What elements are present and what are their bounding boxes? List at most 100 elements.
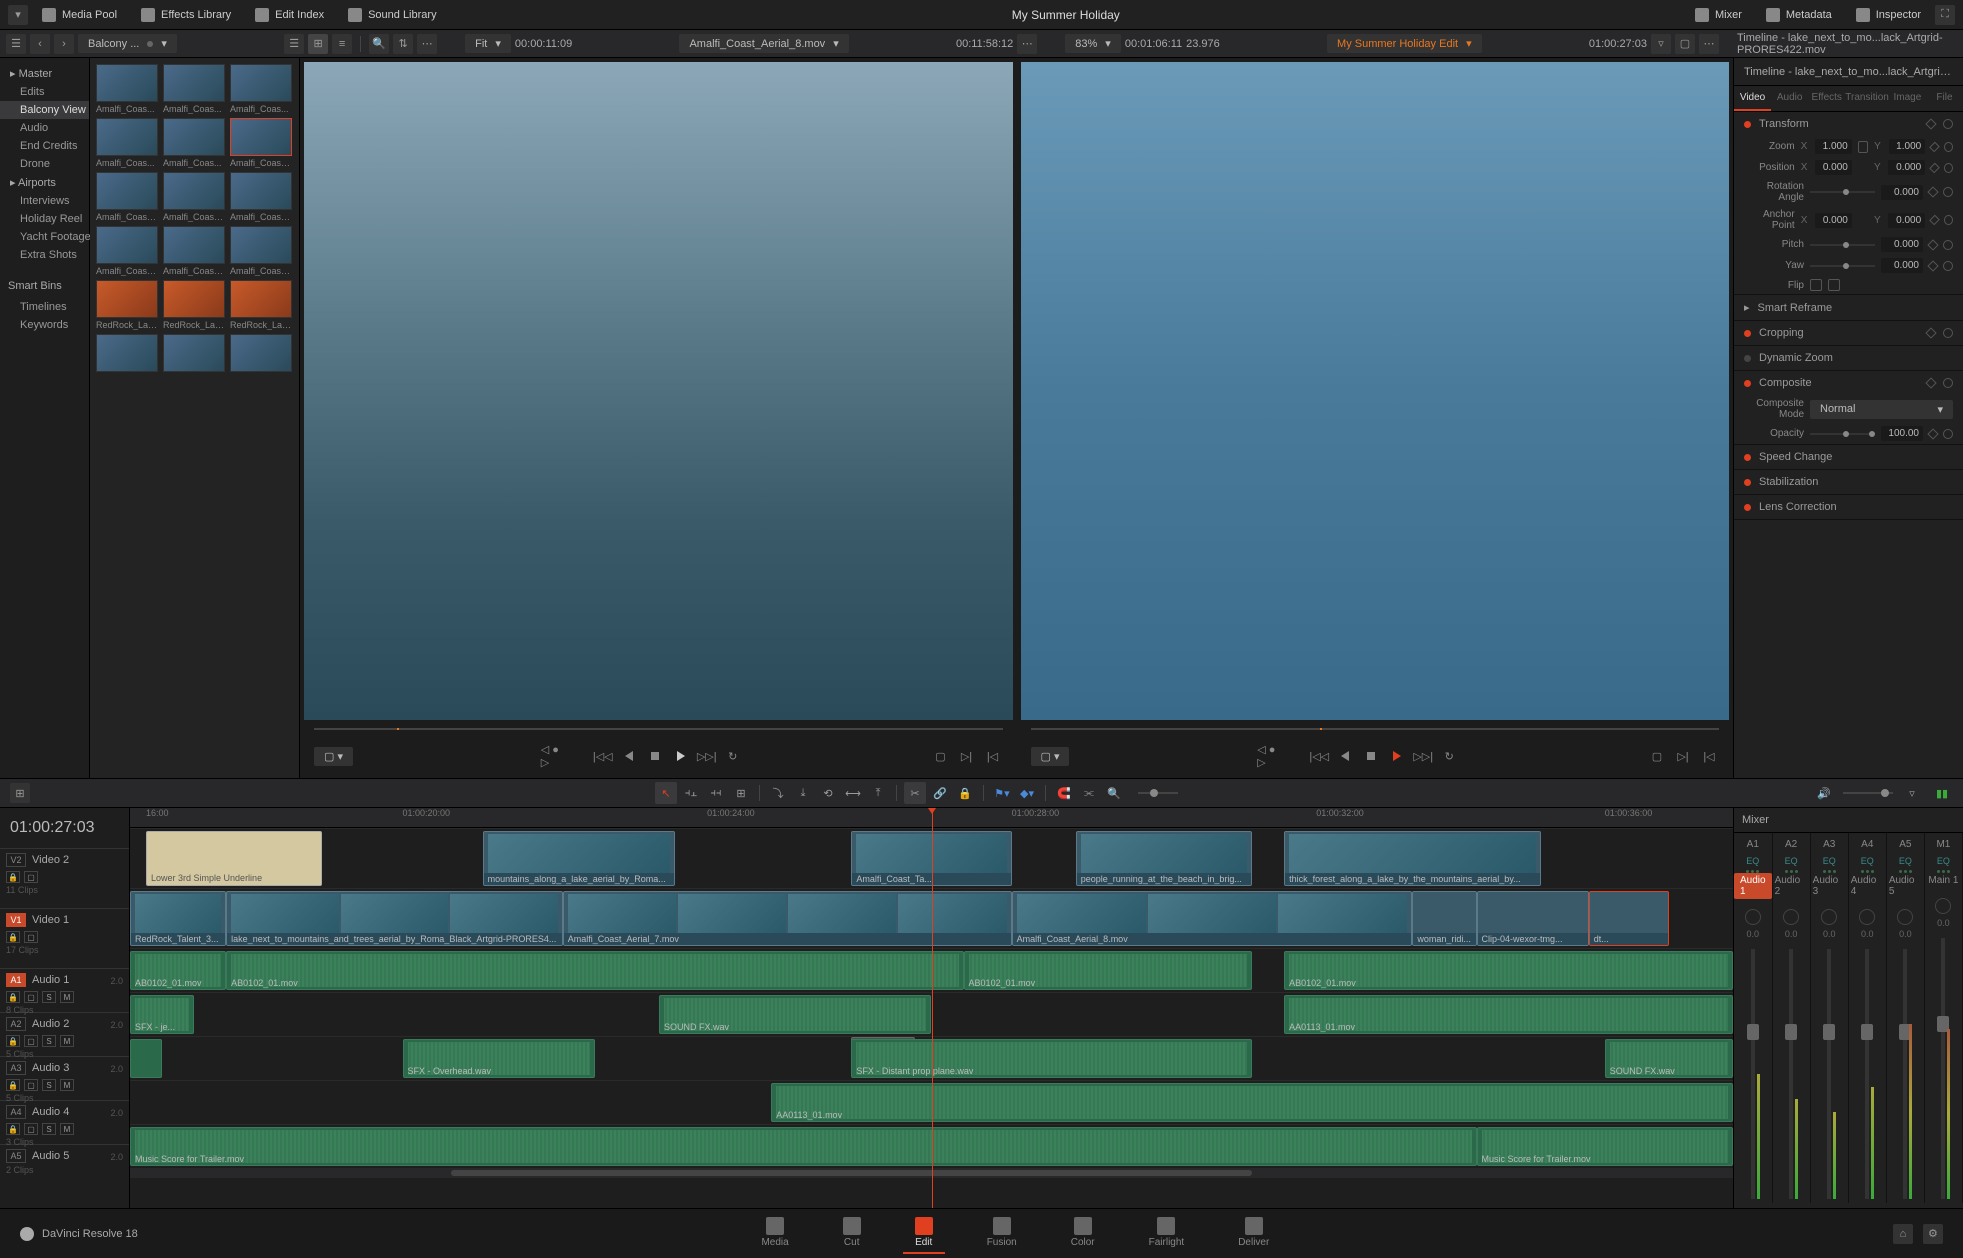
keyframe-icon[interactable] [1929, 162, 1940, 173]
playhead[interactable] [932, 808, 933, 1208]
audio-clip[interactable]: SOUND FX.wav [659, 995, 932, 1034]
replace-button[interactable]: ⟲ [817, 782, 839, 804]
a3-solo[interactable]: S [42, 1079, 56, 1091]
clip-thumb[interactable]: Amalfi_Coas... [230, 64, 292, 114]
fader[interactable] [1751, 949, 1755, 1199]
video-clip[interactable]: RedRock_Talent_3... [130, 891, 226, 946]
volume-icon[interactable]: 🔊 [1813, 782, 1835, 804]
flip-v[interactable] [1828, 279, 1840, 291]
pitch-val[interactable]: 0.000 [1881, 237, 1923, 252]
audio-clip[interactable]: AB0102_01.mov [964, 951, 1253, 990]
page-cut[interactable]: Cut [831, 1213, 873, 1254]
a1-mute[interactable]: M [60, 991, 74, 1003]
clip-thumb[interactable]: Amalfi_Coas... [96, 64, 158, 114]
fader[interactable] [1789, 949, 1793, 1199]
inspector-toggle[interactable]: Inspector [1846, 4, 1931, 26]
video-clip[interactable]: Clip-04-wexor-tmg... [1477, 891, 1589, 946]
page-media[interactable]: Media [749, 1213, 800, 1254]
bypass-button[interactable]: ▢ [1675, 34, 1695, 54]
audio-clip[interactable]: AB0102_01.mov [1284, 951, 1733, 990]
clip-thumb[interactable]: Amalfi_Coast_T... [96, 172, 158, 222]
anchor-y[interactable]: 0.000 [1888, 213, 1925, 228]
enable-dot[interactable] [1744, 355, 1751, 362]
flag-blue[interactable]: ⚑▾ [991, 782, 1013, 804]
bin-end-credits[interactable]: End Credits [0, 137, 89, 155]
audio-clip[interactable]: AB0102_01.mov [130, 951, 226, 990]
bin-yacht[interactable]: Yacht Footage [0, 228, 89, 246]
sort-button[interactable]: ⇅ [393, 34, 413, 54]
snap-toggle[interactable]: 🧲 [1053, 782, 1075, 804]
audio-clip[interactable]: SOUND FX.wav [1605, 1039, 1733, 1078]
src-stop[interactable] [645, 746, 665, 766]
mixer-channel-a3[interactable]: A3EQAudio 30.0 [1811, 833, 1849, 1203]
rotation-slider[interactable] [1810, 191, 1875, 193]
keyframe-icon[interactable] [1929, 141, 1940, 152]
a3-lock[interactable]: 🔒 [6, 1079, 20, 1091]
reset-icon[interactable] [1944, 215, 1953, 225]
src-first-frame[interactable]: |◁◁ [593, 746, 613, 766]
tab-effects[interactable]: Effects [1808, 86, 1845, 111]
search-button[interactable]: 🔍 [369, 34, 389, 54]
audio-clip[interactable]: SFX - je... [130, 995, 194, 1034]
volume-slider[interactable] [1843, 792, 1893, 794]
metadata-toggle[interactable]: Metadata [1756, 4, 1842, 26]
video-clip[interactable]: Amalfi_Coast_Aerial_8.mov [1012, 891, 1413, 946]
tab-transition[interactable]: Transition [1845, 86, 1889, 111]
page-color[interactable]: Color [1059, 1213, 1107, 1254]
source-clip-name[interactable]: Amalfi_Coast_Aerial_8.mov▾ [679, 34, 848, 53]
zoom-y[interactable]: 1.000 [1889, 139, 1926, 154]
video-clip[interactable]: Amalfi_Coast_Aerial_7.mov [563, 891, 1012, 946]
clip-thumb[interactable] [163, 334, 225, 372]
section-composite[interactable]: Composite [1734, 371, 1963, 395]
project-manager-button[interactable]: ⌂ [1893, 1224, 1913, 1244]
section-speed[interactable]: Speed Change [1734, 445, 1963, 469]
audio-clip[interactable]: AA0113_01.mov [1284, 995, 1733, 1034]
marker-button[interactable]: ▿ [1651, 34, 1671, 54]
a3-mute[interactable]: M [60, 1079, 74, 1091]
clip-thumb[interactable]: Amalfi_Coast_T... [230, 172, 292, 222]
bin-edits[interactable]: Edits [0, 83, 89, 101]
source-options[interactable]: ⋯ [1017, 34, 1037, 54]
bin-holiday-reel[interactable]: Holiday Reel [0, 210, 89, 228]
v1-enable[interactable]: ▢ [24, 931, 38, 943]
src-play[interactable] [671, 746, 691, 766]
zoom-fit[interactable]: Fit▾ [465, 34, 511, 53]
video-clip-selected[interactable]: dt... [1589, 891, 1669, 946]
pos-y[interactable]: 0.000 [1888, 160, 1925, 175]
video-clip[interactable]: people_running_at_the_beach_in_brig... [1076, 831, 1252, 886]
marker-blue[interactable]: ◆▾ [1016, 782, 1038, 804]
page-fairlight[interactable]: Fairlight [1137, 1213, 1197, 1254]
view-list[interactable]: ☰ [284, 34, 304, 54]
link-selection[interactable]: ⫘ [1078, 782, 1100, 804]
bin-airports[interactable]: ▸ Airports [0, 173, 89, 192]
timeline-scrubber[interactable] [1031, 728, 1720, 730]
a2-mute[interactable]: M [60, 1035, 74, 1047]
dim-button[interactable]: ▿ [1901, 782, 1923, 804]
a2-lock[interactable]: 🔒 [6, 1035, 20, 1047]
timeline-name[interactable]: My Summer Holiday Edit▾ [1327, 34, 1482, 53]
bin-master[interactable]: ▸ Master [0, 64, 89, 83]
fader[interactable] [1903, 949, 1907, 1199]
tl-loop[interactable]: ↻ [1439, 746, 1459, 766]
workspace-menu[interactable]: ▾ [8, 5, 28, 25]
src-match-frame[interactable]: ▢ [930, 746, 950, 766]
enable-dot[interactable] [1744, 121, 1751, 128]
insert-button[interactable]: ⤵ [767, 782, 789, 804]
tl-first-frame[interactable]: |◁◁ [1309, 746, 1329, 766]
v1-dest[interactable]: V1 [6, 913, 26, 927]
tl-prev-edit[interactable]: |◁ [1699, 746, 1719, 766]
audio-clip[interactable]: AB0102_01.mov [226, 951, 963, 990]
timeline-body[interactable]: 16:00 01:00:20:00 01:00:24:00 01:00:28:0… [130, 808, 1733, 1208]
bin-balcony-view[interactable]: Balcony View [0, 101, 89, 119]
a1-dest[interactable]: A1 [6, 973, 26, 987]
v1-lock[interactable]: 🔒 [6, 931, 20, 943]
src-prev-edit[interactable]: |◁ [982, 746, 1002, 766]
enable-dot[interactable] [1744, 479, 1751, 486]
keyframe-icon[interactable] [1927, 186, 1938, 197]
pan-knob[interactable] [1783, 909, 1799, 925]
section-dynamic-zoom[interactable]: Dynamic Zoom [1734, 346, 1963, 370]
tl-loop-mode[interactable]: ◁ ● ▷ [1257, 746, 1277, 766]
clip-thumb[interactable]: Amalfi_Coas... [163, 118, 225, 168]
reset-icon[interactable] [1943, 187, 1953, 197]
v2-lock[interactable]: 🔒 [6, 871, 20, 883]
